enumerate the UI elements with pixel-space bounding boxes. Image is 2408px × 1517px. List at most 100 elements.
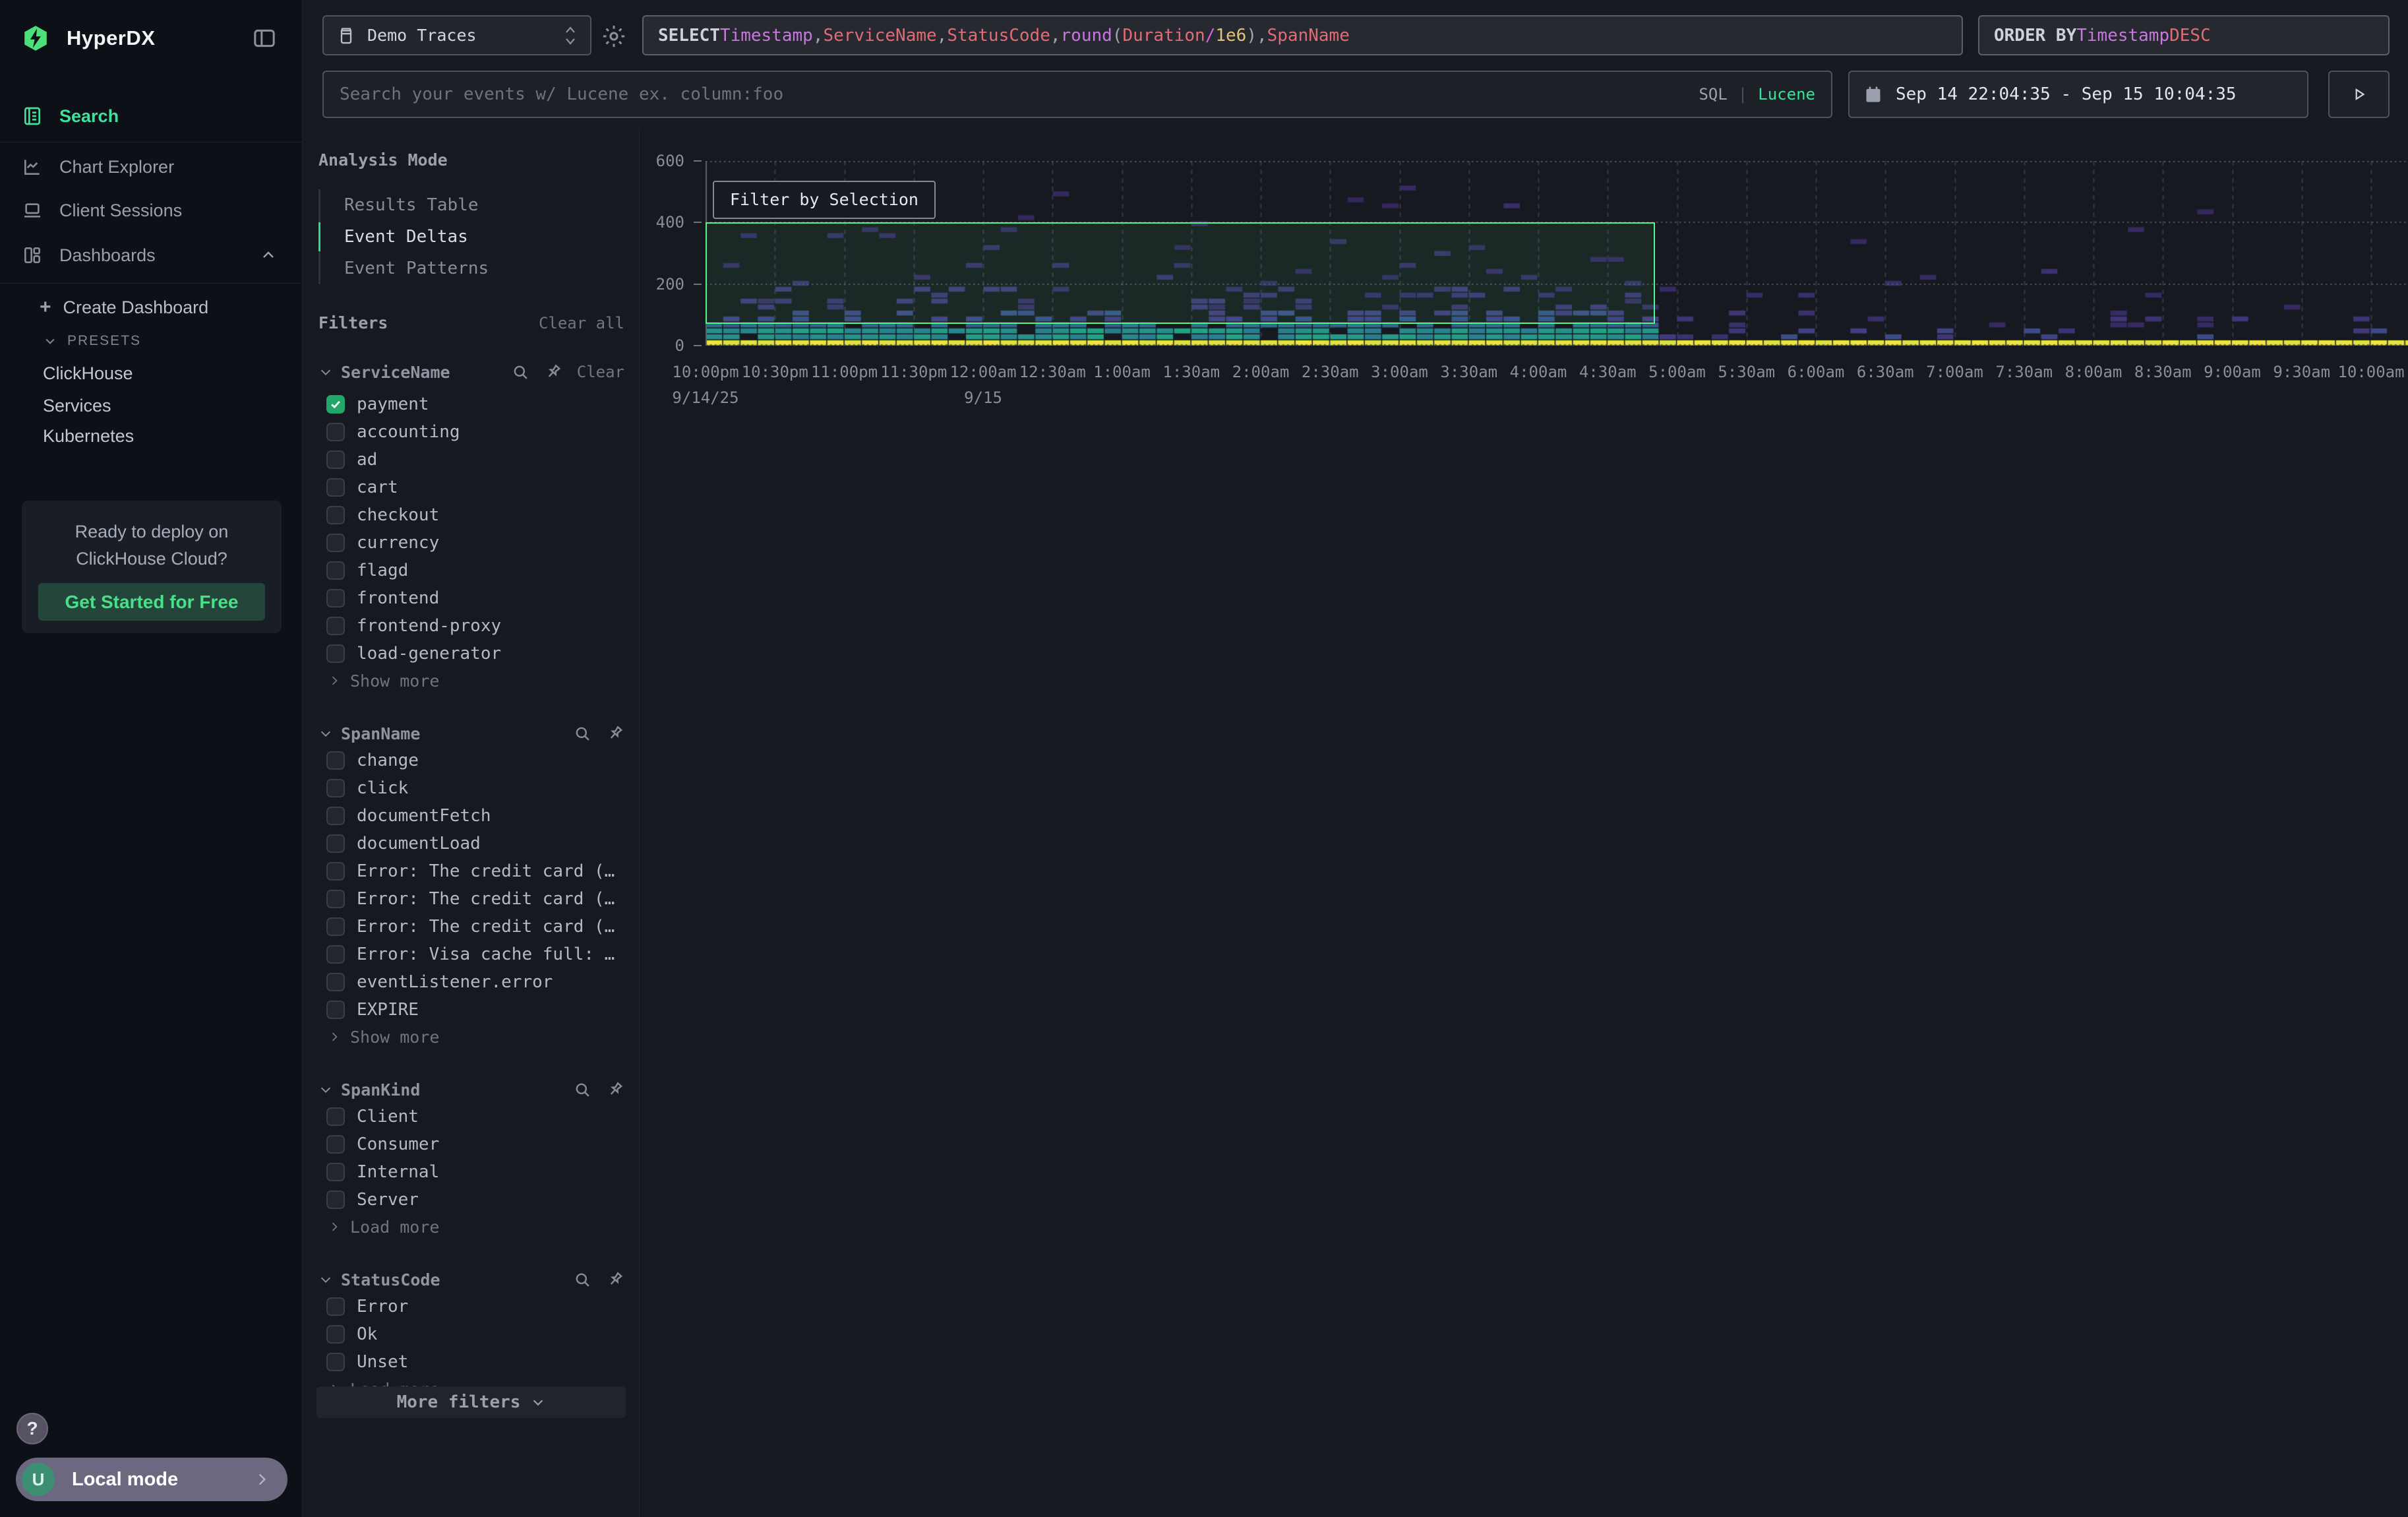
filter-group-title[interactable]: SpanName [341,724,420,743]
filter-option-click[interactable]: click [318,774,624,802]
sidebar-item-search[interactable]: Search [0,95,303,137]
filter-option-server[interactable]: Server [318,1186,624,1214]
search-icon[interactable] [573,1270,591,1289]
chevron-up-icon[interactable] [260,247,276,263]
filter-option-error-visa-cache-full-[interactable]: Error: Visa cache full: … [318,941,624,968]
filter-option-error-the-credit-card-[interactable]: Error: The credit card (… [318,885,624,913]
presets-toggle[interactable]: PRESETS [0,326,303,356]
order-by-editor[interactable]: ORDER BY Timestamp DESC [1978,15,2390,55]
lucene-mode-button[interactable]: Lucene [1758,85,1815,104]
checkbox[interactable] [326,1297,345,1316]
checkbox[interactable] [326,973,345,991]
filter-option-consumer[interactable]: Consumer [318,1130,624,1158]
chevron-down-icon[interactable] [318,365,333,379]
sql-select-editor[interactable]: SELECT Timestamp, ServiceName, StatusCod… [642,15,1963,55]
filter-option-eventlistener-error[interactable]: eventListener.error [318,968,624,996]
checkbox[interactable] [326,561,345,580]
chevron-right-icon[interactable] [328,1220,341,1233]
checkbox[interactable] [326,589,345,607]
filter-option-unset[interactable]: Unset [318,1348,624,1376]
sidebar-item-clickhouse[interactable]: ClickHouse [0,357,303,389]
checkbox[interactable] [326,506,345,524]
show-more-button[interactable]: Show more [318,667,624,694]
checkbox[interactable] [326,862,345,881]
analysis-mode-event-patterns[interactable]: Event Patterns [320,253,624,284]
filter-option-error-the-credit-card-[interactable]: Error: The credit card (… [318,913,624,941]
run-query-button[interactable] [2328,71,2390,118]
filter-option-frontend-proxy[interactable]: frontend-proxy [318,612,624,640]
load-more-button[interactable]: Load more [318,1214,624,1240]
date-range-picker[interactable]: Sep 14 22:04:35 - Sep 15 10:04:35 [1848,71,2308,118]
checkbox[interactable] [326,534,345,552]
filter-by-selection-button[interactable]: Filter by Selection [713,181,936,219]
sidebar-item-chart-explorer[interactable]: Chart Explorer [0,146,303,188]
create-dashboard-button[interactable]: + Create Dashboard [0,290,303,325]
checkbox[interactable] [326,1325,345,1344]
chevron-right-icon[interactable] [328,1030,341,1043]
checkbox[interactable] [326,1191,345,1209]
chevron-down-icon[interactable] [318,726,333,741]
filter-option-documentload[interactable]: documentLoad [318,830,624,857]
chevron-right-icon[interactable] [328,674,341,687]
sidebar-item-services[interactable]: Services [0,390,303,421]
checkbox[interactable] [326,751,345,770]
checkbox[interactable] [326,890,345,908]
show-more-button[interactable]: Show more [318,1024,624,1050]
sidebar-item-client-sessions[interactable]: Client Sessions [0,189,303,232]
checkbox[interactable] [326,1353,345,1371]
filter-option-change[interactable]: change [318,747,624,774]
sidebar-item-dashboards[interactable]: Dashboards [0,234,303,276]
checkbox[interactable] [326,917,345,936]
help-button[interactable]: ? [16,1413,48,1444]
pin-icon[interactable] [606,1080,624,1099]
filter-option-client[interactable]: Client [318,1103,624,1130]
filter-option-load-generator[interactable]: load-generator [318,640,624,667]
pin-icon[interactable] [606,724,624,743]
filter-group-title[interactable]: ServiceName [341,363,450,382]
clear-all-filters-button[interactable]: Clear all [539,314,624,332]
checkbox[interactable] [326,644,345,663]
checkbox[interactable] [326,834,345,853]
filter-option-currency[interactable]: currency [318,529,624,557]
checkbox[interactable] [326,807,345,825]
analysis-mode-event-deltas[interactable]: Event Deltas [320,221,624,253]
filter-group-title[interactable]: StatusCode [341,1270,440,1289]
filter-option-ad[interactable]: ad [318,446,624,474]
more-filters-button[interactable]: More filters [316,1386,626,1418]
checkbox[interactable] [326,1163,345,1181]
pin-icon[interactable] [606,1270,624,1289]
checkbox[interactable] [326,617,345,635]
gear-icon[interactable] [601,24,626,49]
search-icon[interactable] [511,363,529,381]
filter-group-title[interactable]: SpanKind [341,1080,420,1099]
sql-mode-button[interactable]: SQL [1699,85,1727,104]
filter-option-error[interactable]: Error [318,1293,624,1320]
sidebar-collapse-icon[interactable] [251,25,278,51]
search-icon[interactable] [573,1080,591,1099]
filter-option-checkout[interactable]: checkout [318,501,624,529]
checkbox[interactable] [326,1001,345,1019]
filter-option-cart[interactable]: cart [318,474,624,501]
user-menu[interactable]: U Local mode [16,1458,287,1501]
checkbox[interactable] [326,1107,345,1126]
search-icon[interactable] [573,724,591,743]
analysis-mode-results-table[interactable]: Results Table [320,189,624,221]
checkbox-checked[interactable] [326,395,345,414]
filter-option-documentfetch[interactable]: documentFetch [318,802,624,830]
filter-option-expire[interactable]: EXPIRE [318,996,624,1024]
filter-option-payment[interactable]: payment [318,390,624,418]
filter-option-error-the-credit-card-[interactable]: Error: The credit card (… [318,857,624,885]
filter-clear-button[interactable]: Clear [577,363,624,381]
pin-icon[interactable] [544,363,562,381]
checkbox[interactable] [326,779,345,797]
filter-option-frontend[interactable]: frontend [318,584,624,612]
sidebar-item-kubernetes[interactable]: Kubernetes [0,420,303,452]
filter-option-ok[interactable]: Ok [318,1320,624,1348]
chevron-down-icon[interactable] [318,1272,333,1287]
filter-option-internal[interactable]: Internal [318,1158,624,1186]
chevron-down-icon[interactable] [318,1082,333,1097]
checkbox[interactable] [326,1135,345,1154]
data-source-select[interactable]: Demo Traces [322,15,591,55]
checkbox[interactable] [326,423,345,441]
get-started-button[interactable]: Get Started for Free [38,583,265,621]
